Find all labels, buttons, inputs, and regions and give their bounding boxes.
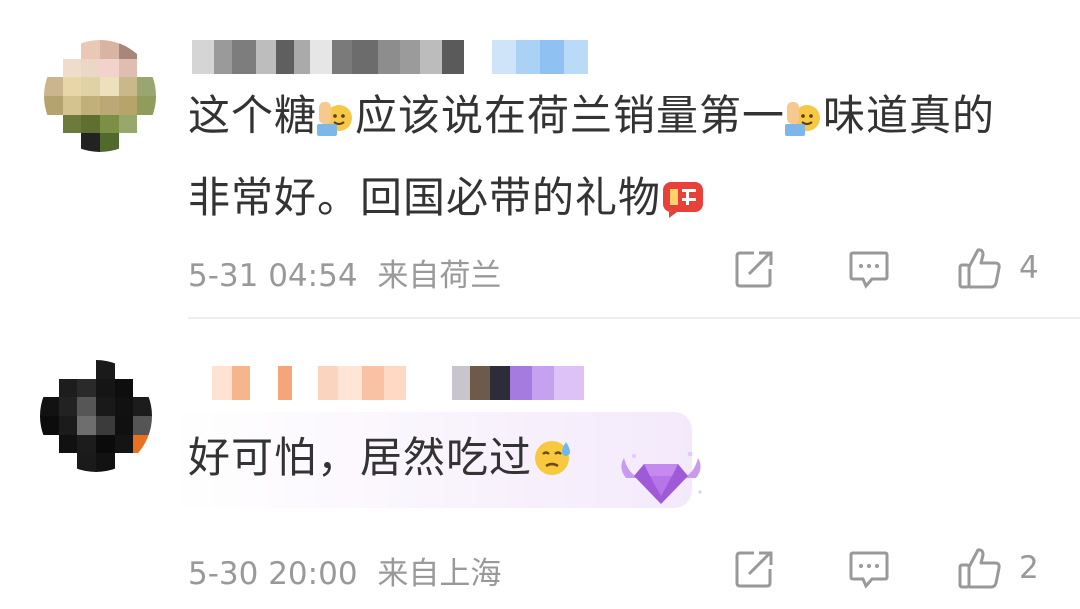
thumbs-up-icon [957,545,1003,591]
avatar[interactable] [44,40,156,152]
diamond-badge-icon [616,448,706,514]
divider [188,317,1080,319]
like-button[interactable]: 4 [957,245,1039,291]
sweat-face-emoji-icon [532,426,574,502]
share-icon [734,549,776,589]
comment-location: 来自上海 [377,556,502,592]
waving-hand-emoji-icon [317,84,355,160]
comment-text: 这个糖 应该说在荷兰销量第一 味道真的 非常好。回国必带的礼物 [188,78,995,242]
like-count: 2 [1019,550,1039,586]
comment-location: 来自荷兰 [377,258,502,294]
comment-time: 5-31 04:54 [188,258,358,294]
comment-icon [848,549,890,591]
comment-text-segment: 这个糖 [188,91,318,140]
comment-text-segment: 好可怕，居然吃过 [188,433,533,482]
comment-text-segment: 应该说在荷兰销量第一 [355,91,786,140]
comment-text: 好可怕，居然吃过 [188,420,574,502]
share-icon [734,249,776,289]
thumbs-up-icon [957,245,1003,291]
like-button[interactable]: 2 [957,545,1039,591]
comment-icon [848,249,890,291]
reply-button[interactable] [848,549,890,591]
username[interactable] [212,366,584,400]
comment-time: 5-30 20:00 [188,556,358,592]
waving-hand-emoji-icon [785,84,823,160]
comment-text-segment: 味道真的 [823,91,996,140]
gift-red-packet-emoji-icon [661,166,705,242]
like-count: 4 [1019,250,1039,286]
share-button[interactable] [734,249,776,289]
username[interactable] [192,40,588,74]
comment-meta: 5-31 04:54 来自荷兰 [188,250,501,295]
share-button[interactable] [734,549,776,589]
avatar[interactable] [40,360,152,472]
comment-text-segment: 非常好。回国必带的礼物 [188,173,662,222]
reply-button[interactable] [848,249,890,291]
comment-meta: 5-30 20:00 来自上海 [188,548,501,593]
